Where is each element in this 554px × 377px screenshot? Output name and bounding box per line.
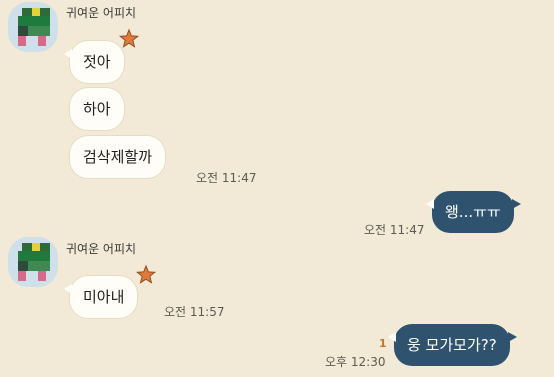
message-bubble[interactable]: 하아 xyxy=(70,88,124,130)
avatar-pixel xyxy=(18,36,26,46)
message-timestamp: 오후 12:30 xyxy=(325,355,386,369)
avatar-pixel xyxy=(18,26,28,36)
message-text: 젓아 xyxy=(83,53,111,71)
avatar-pixel xyxy=(38,271,46,281)
sender-avatar[interactable] xyxy=(8,2,58,52)
avatar-pixel xyxy=(40,243,50,251)
sender-name: 귀여운 어피치 xyxy=(66,242,137,256)
avatar-pixel xyxy=(32,8,40,16)
my-message-bubble[interactable]: 웅 모가모가?? xyxy=(388,324,517,366)
avatar-pixel xyxy=(18,251,50,261)
avatar-pixel xyxy=(22,243,32,251)
sender-avatar[interactable] xyxy=(8,237,58,287)
message-timestamp: 오전 11:47 xyxy=(364,223,425,237)
avatar-pixel xyxy=(18,261,28,271)
avatar-pixel xyxy=(38,36,46,46)
message-text: 하아 xyxy=(83,100,111,118)
avatar-pixel xyxy=(18,16,50,26)
sender-name: 귀여운 어피치 xyxy=(66,6,137,20)
message-timestamp: 오전 11:47 xyxy=(196,171,257,185)
avatar-pixel xyxy=(18,271,26,281)
avatar-pixel xyxy=(28,261,50,271)
message-timestamp: 오전 11:57 xyxy=(164,305,225,319)
star-sticker-icon xyxy=(118,28,140,48)
message-text: 검삭제할까 xyxy=(83,148,153,166)
avatar-pixel xyxy=(40,8,50,16)
avatar-pixel xyxy=(22,8,32,16)
my-message-bubble[interactable]: 왱...ㅠㅠ xyxy=(426,191,521,233)
avatar-pixel xyxy=(28,26,50,36)
message-bubble[interactable]: 검삭제할까 xyxy=(70,136,166,178)
message-bubble[interactable]: 젓아 xyxy=(64,41,124,83)
unread-count-badge: 1 xyxy=(379,337,387,350)
avatar-pixel xyxy=(32,243,40,251)
message-text: 웅 모가모가?? xyxy=(407,336,497,354)
star-sticker-icon xyxy=(135,264,157,284)
message-text: 미아내 xyxy=(83,288,125,306)
message-text: 왱...ㅠㅠ xyxy=(445,203,501,221)
message-bubble[interactable]: 미아내 xyxy=(63,276,138,318)
